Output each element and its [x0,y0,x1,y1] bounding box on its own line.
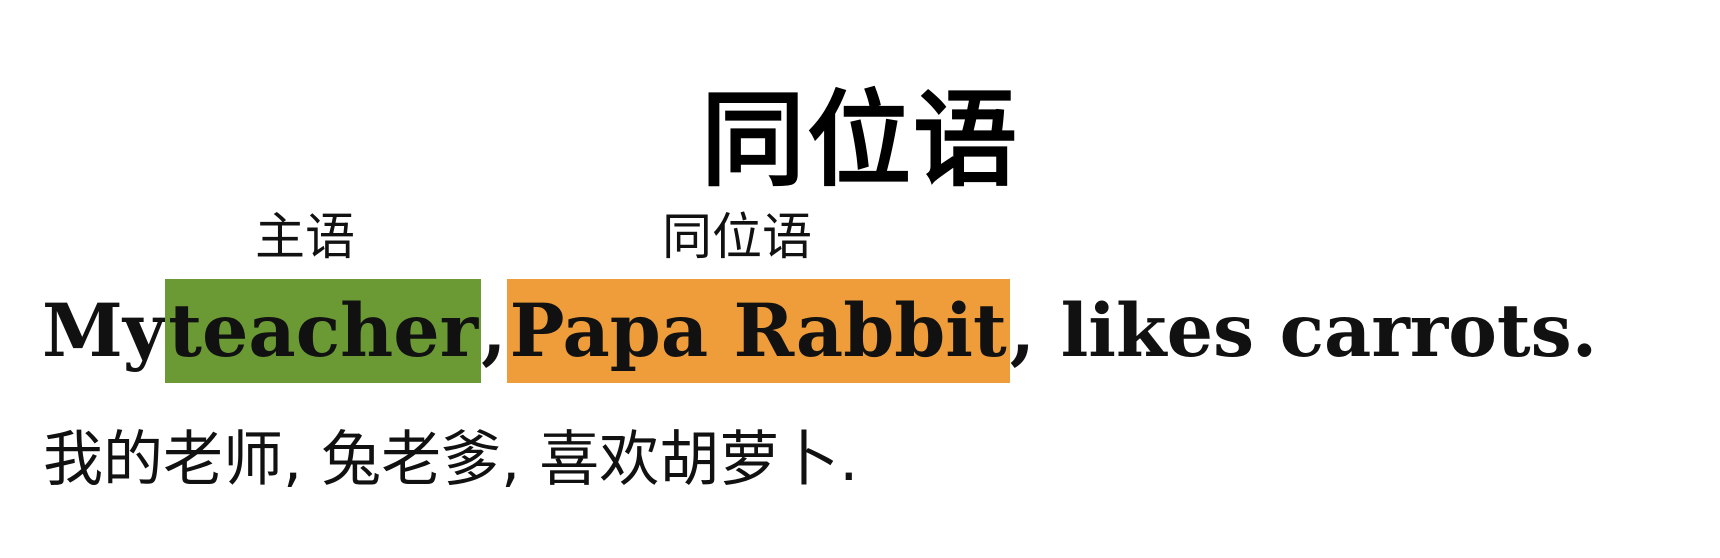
subject-label: 主语 [255,208,355,266]
subject-highlight: teacher [165,279,482,383]
page-title: 同位语 [700,77,1019,201]
sentence-comma: , [481,287,507,374]
chinese-translation: 我的老师, 兔老爹, 喜欢胡萝卜. [43,425,859,495]
example-sentence: My teacher , Papa Rabbit , likes carrots… [42,279,1597,383]
sentence-suffix: , likes carrots. [1009,287,1598,374]
appositive-highlight: Papa Rabbit [506,279,1010,383]
appositive-label: 同位语 [662,208,812,266]
sentence-prefix: My [42,287,166,374]
